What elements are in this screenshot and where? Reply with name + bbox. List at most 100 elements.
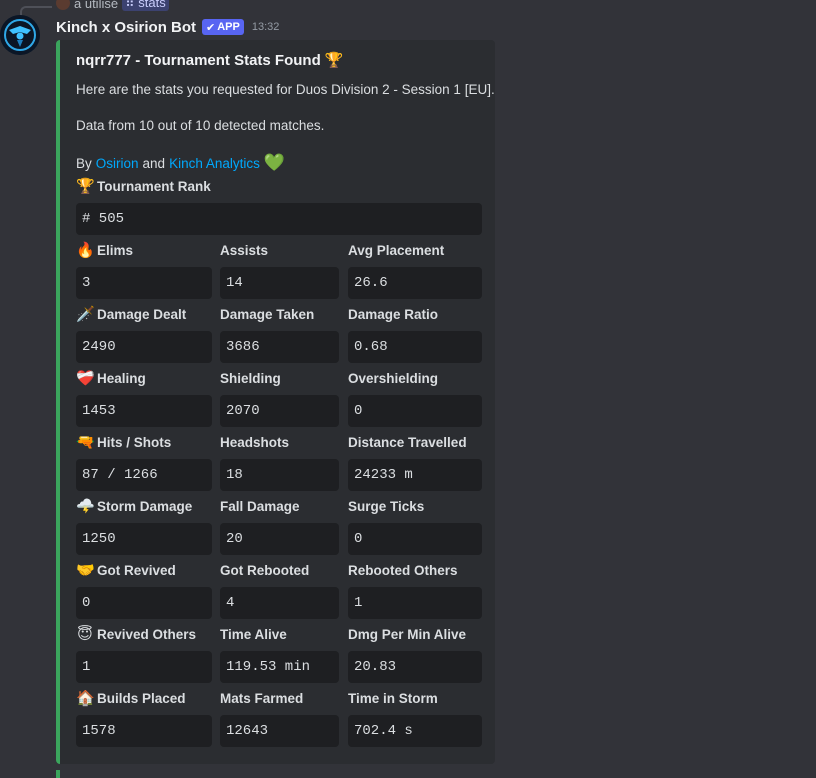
field-name-damage-dealt: 🗡️ Damage Dealt: [76, 307, 186, 322]
field-name-storm-damage: 🌩️ Storm Damage: [76, 499, 192, 514]
credits-and: and: [142, 155, 166, 171]
field-value-elims: 3: [76, 267, 212, 299]
field-label: Shielding: [220, 371, 281, 386]
field-label: Overshielding: [348, 371, 439, 386]
field-value-overshielding: 0: [348, 395, 482, 427]
field-name-fall-damage: Fall Damage: [220, 499, 300, 514]
osirion-link[interactable]: Osirion: [96, 156, 139, 171]
field-value-fall-damage: 20: [220, 523, 339, 555]
handshake-icon: 🤝: [76, 562, 95, 579]
field-name-time-alive: Time Alive: [220, 627, 287, 642]
slash-command-icon: ⠿: [125, 0, 135, 10]
field-label: Surge Ticks: [348, 499, 425, 514]
verified-check-icon: ✔: [206, 21, 216, 34]
field-value-healing: 1453: [76, 395, 212, 427]
field-value-avg-placement: 26.6: [348, 267, 482, 299]
field-name-mats-farmed: Mats Farmed: [220, 691, 303, 706]
storm-cloud-icon: 🌩️: [76, 498, 95, 515]
field-label: Time in Storm: [348, 691, 438, 706]
house-icon: 🏠: [76, 690, 95, 707]
field-label: Got Revived: [97, 563, 176, 578]
field-value-revived-others: 1: [76, 651, 212, 683]
field-label: Mats Farmed: [220, 691, 304, 706]
field-value-dmg-per-min-alive: 20.83: [348, 651, 482, 683]
embed-title-text: nqrr777 - Tournament Stats Found: [76, 52, 321, 69]
field-label: Distance Travelled: [348, 435, 467, 450]
osirion-logo-icon: [0, 15, 40, 55]
field-name-rebooted-others: Rebooted Others: [348, 563, 458, 578]
halo-smile-icon: 😇: [77, 626, 93, 643]
reply-context[interactable]: a utilisé ⠿ stats: [56, 0, 169, 12]
app-badge: ✔ APP: [202, 19, 244, 35]
field-label: Revived Others: [97, 627, 197, 642]
field-label: Elims: [97, 243, 134, 258]
trophy-icon: 🏆: [76, 178, 95, 195]
embed-title: nqrr777 - Tournament Stats Found 🏆: [76, 52, 343, 69]
field-name-avg-placement: Avg Placement: [348, 243, 444, 258]
green-heart-icon: 💚: [263, 153, 286, 172]
field-label: Rebooted Others: [348, 563, 458, 578]
field-value-damage-ratio: 0.68: [348, 331, 482, 363]
field-name-tournament-rank: 🏆 Tournament Rank: [76, 179, 211, 194]
field-label: Got Rebooted: [220, 563, 310, 578]
field-label: Damage Ratio: [348, 307, 439, 322]
field-name-elims: 🔥 Elims: [76, 243, 133, 258]
field-value-time-alive: 119.53 min: [220, 651, 339, 683]
field-value-builds-placed: 1578: [76, 715, 212, 747]
bot-username[interactable]: Kinch x Osirion Bot: [56, 19, 196, 36]
field-name-got-revived: 🤝 Got Revived: [76, 563, 176, 578]
field-label: Damage Dealt: [97, 307, 187, 322]
field-value-got-revived: 0: [76, 587, 212, 619]
embed-data-count: Data from 10 out of 10 detected matches.: [76, 118, 325, 133]
bot-avatar[interactable]: [0, 15, 40, 55]
field-label: Avg Placement: [348, 243, 445, 258]
field-label: Dmg Per Min Alive: [348, 627, 467, 642]
water-pistol-icon: 🔫: [76, 434, 95, 451]
field-name-dmg-per-min-alive: Dmg Per Min Alive: [348, 627, 466, 642]
field-name-shielding: Shielding: [220, 371, 281, 386]
field-value-surge-ticks: 0: [348, 523, 482, 555]
field-name-surge-ticks: Surge Ticks: [348, 499, 424, 514]
field-value-damage-dealt: 2490: [76, 331, 212, 363]
embed-description-line: Here are the stats you requested for Duo…: [76, 82, 495, 97]
command-chip[interactable]: ⠿ stats: [122, 0, 169, 11]
trophy-icon: 🏆: [324, 52, 344, 69]
field-name-hits-shots: 🔫 Hits / Shots: [76, 435, 171, 450]
credits-prefix: By: [76, 155, 92, 171]
message-header: Kinch x Osirion Bot ✔ APP 13:32: [56, 17, 279, 37]
field-value-mats-farmed: 12643: [220, 715, 339, 747]
embed-accent-tail: [56, 770, 60, 778]
field-value-shielding: 2070: [220, 395, 339, 427]
field-value-assists: 14: [220, 267, 339, 299]
app-badge-label: APP: [217, 21, 240, 33]
field-name-revived-others: 😇 Revived Others: [76, 627, 196, 642]
field-label: Builds Placed: [97, 691, 186, 706]
field-name-overshielding: Overshielding: [348, 371, 438, 386]
field-name-time-in-storm: Time in Storm: [348, 691, 438, 706]
field-value-headshots: 18: [220, 459, 339, 491]
command-name: stats: [138, 0, 166, 10]
field-label: Tournament Rank: [97, 179, 211, 194]
field-name-healing: ❤️‍🩹 Healing: [76, 371, 146, 386]
field-label: Fall Damage: [220, 499, 300, 514]
field-name-damage-ratio: Damage Ratio: [348, 307, 438, 322]
fire-icon: 🔥: [76, 242, 95, 259]
field-label: Storm Damage: [97, 499, 193, 514]
field-value-time-in-storm: 702.4 s: [348, 715, 482, 747]
message-timestamp[interactable]: 13:32: [252, 21, 280, 33]
field-value-distance-travelled: 24233 m: [348, 459, 482, 491]
field-name-headshots: Headshots: [220, 435, 289, 450]
mending-heart-icon: ❤️‍🩹: [76, 370, 95, 387]
field-name-distance-travelled: Distance Travelled: [348, 435, 467, 450]
embed-credits: By Osirion and Kinch Analytics 💚: [76, 153, 285, 173]
reply-text: a utilisé: [74, 0, 119, 11]
kinch-analytics-link[interactable]: Kinch Analytics: [169, 156, 260, 171]
field-label: Time Alive: [220, 627, 287, 642]
field-label: Hits / Shots: [97, 435, 172, 450]
field-value-rebooted-others: 1: [348, 587, 482, 619]
field-value-tournament-rank: # 505: [76, 203, 482, 235]
field-name-damage-taken: Damage Taken: [220, 307, 314, 322]
reply-user-avatar[interactable]: [56, 0, 70, 10]
field-value-hits-shots: 87 / 1266: [76, 459, 212, 491]
field-name-assists: Assists: [220, 243, 268, 258]
